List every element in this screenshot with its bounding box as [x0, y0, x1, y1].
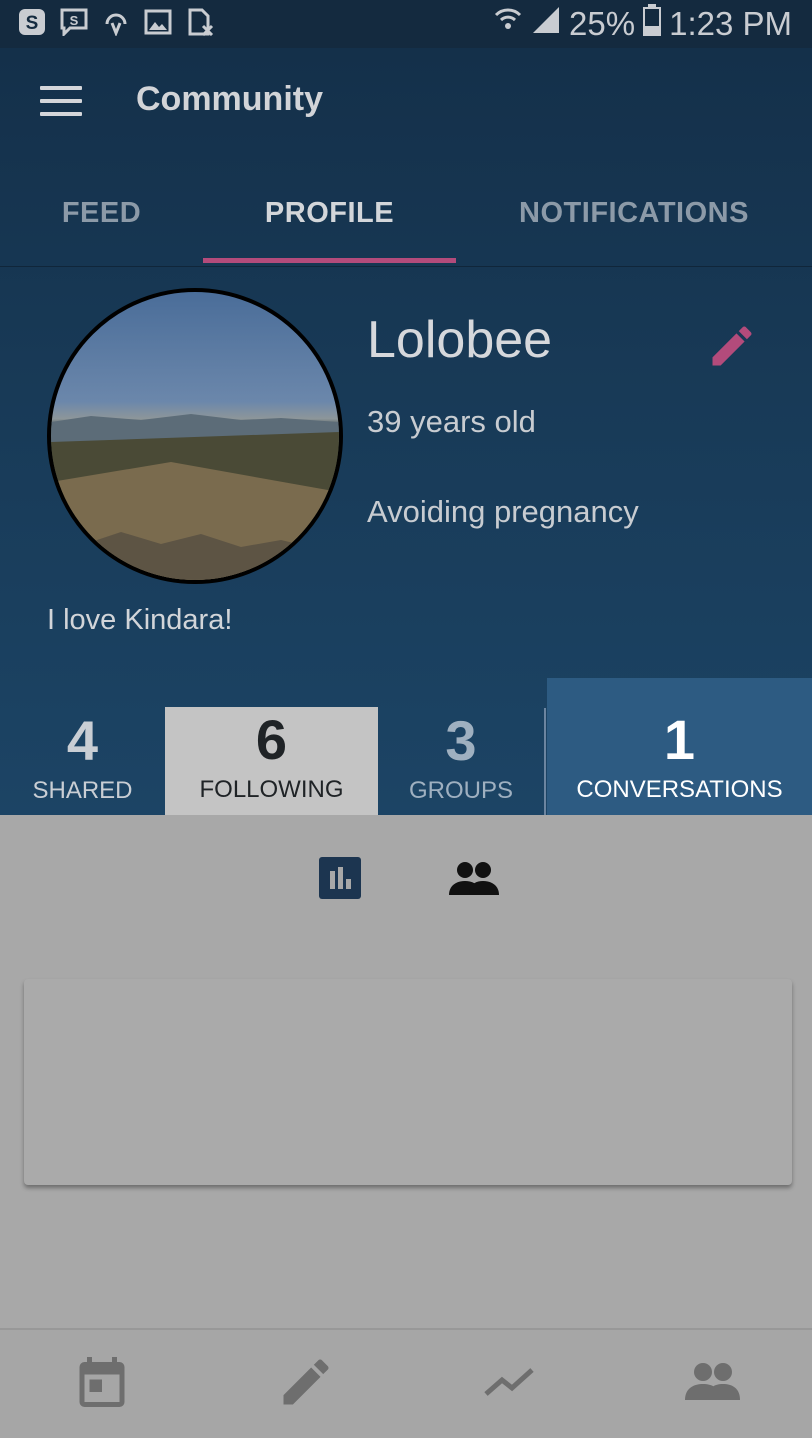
- following-count: 6: [255, 708, 288, 771]
- skype-icon: S: [18, 8, 46, 36]
- bio-text: I love Kindara!: [47, 604, 233, 636]
- stat-conversations[interactable]: 1 CONVERSATIONS: [547, 678, 812, 815]
- svg-text:S: S: [70, 13, 79, 28]
- signal-icon: [531, 5, 561, 43]
- sync-icon: [102, 8, 130, 36]
- page-title: Community: [136, 80, 323, 118]
- age-text: 39 years old: [367, 404, 536, 439]
- edit-pencil-icon[interactable]: [706, 320, 758, 372]
- tab-bar: FEED PROFILE NOTIFICATIONS: [0, 160, 812, 267]
- profile-header: Community FEED PROFILE NOTIFICATIONS Lol…: [0, 48, 812, 815]
- app-bar: Community: [0, 48, 812, 160]
- status-bar: S S 25% 1:23 PM: [0, 0, 812, 48]
- trend-icon[interactable]: [480, 1352, 540, 1412]
- conversations-count: 1: [663, 708, 696, 771]
- stat-shared[interactable]: 4 SHARED: [0, 708, 165, 815]
- calendar-icon[interactable]: [72, 1352, 132, 1412]
- tab-feed[interactable]: FEED: [0, 160, 203, 266]
- empty-card: [24, 979, 792, 1185]
- username: Lolobee: [367, 311, 553, 369]
- stats-divider: [544, 708, 546, 815]
- stat-following[interactable]: 6 FOLLOWING: [165, 707, 378, 815]
- clock: 1:23 PM: [669, 5, 792, 42]
- community-people-icon[interactable]: [682, 1352, 742, 1412]
- pencil-icon[interactable]: [276, 1352, 336, 1412]
- wifi-icon: [493, 5, 523, 43]
- shared-count: 4: [66, 709, 99, 772]
- bottom-nav: [0, 1328, 812, 1438]
- content-area: [0, 815, 812, 1328]
- svg-text:S: S: [26, 13, 39, 34]
- goal-text: Avoiding pregnancy: [367, 494, 639, 529]
- people-icon[interactable]: [447, 859, 501, 899]
- avatar[interactable]: [47, 288, 343, 584]
- sim-card-icon: [186, 8, 214, 36]
- shared-label: SHARED: [32, 777, 133, 804]
- conversations-label: CONVERSATIONS: [576, 776, 783, 803]
- following-label: FOLLOWING: [199, 776, 344, 803]
- stat-groups[interactable]: 3 GROUPS: [378, 708, 544, 815]
- groups-count: 3: [445, 709, 477, 772]
- battery-icon: [643, 4, 662, 44]
- tab-indicator: [203, 258, 456, 263]
- notification-icons: S S: [18, 8, 214, 36]
- image-icon: [144, 8, 172, 36]
- bar-chart-icon[interactable]: [319, 857, 361, 899]
- groups-label: GROUPS: [408, 777, 513, 804]
- skype-message-icon: S: [60, 8, 88, 36]
- tab-notifications[interactable]: NOTIFICATIONS: [456, 160, 812, 266]
- battery-percent: 25%: [569, 5, 636, 42]
- menu-icon[interactable]: [40, 86, 88, 126]
- tab-profile[interactable]: PROFILE: [203, 160, 456, 266]
